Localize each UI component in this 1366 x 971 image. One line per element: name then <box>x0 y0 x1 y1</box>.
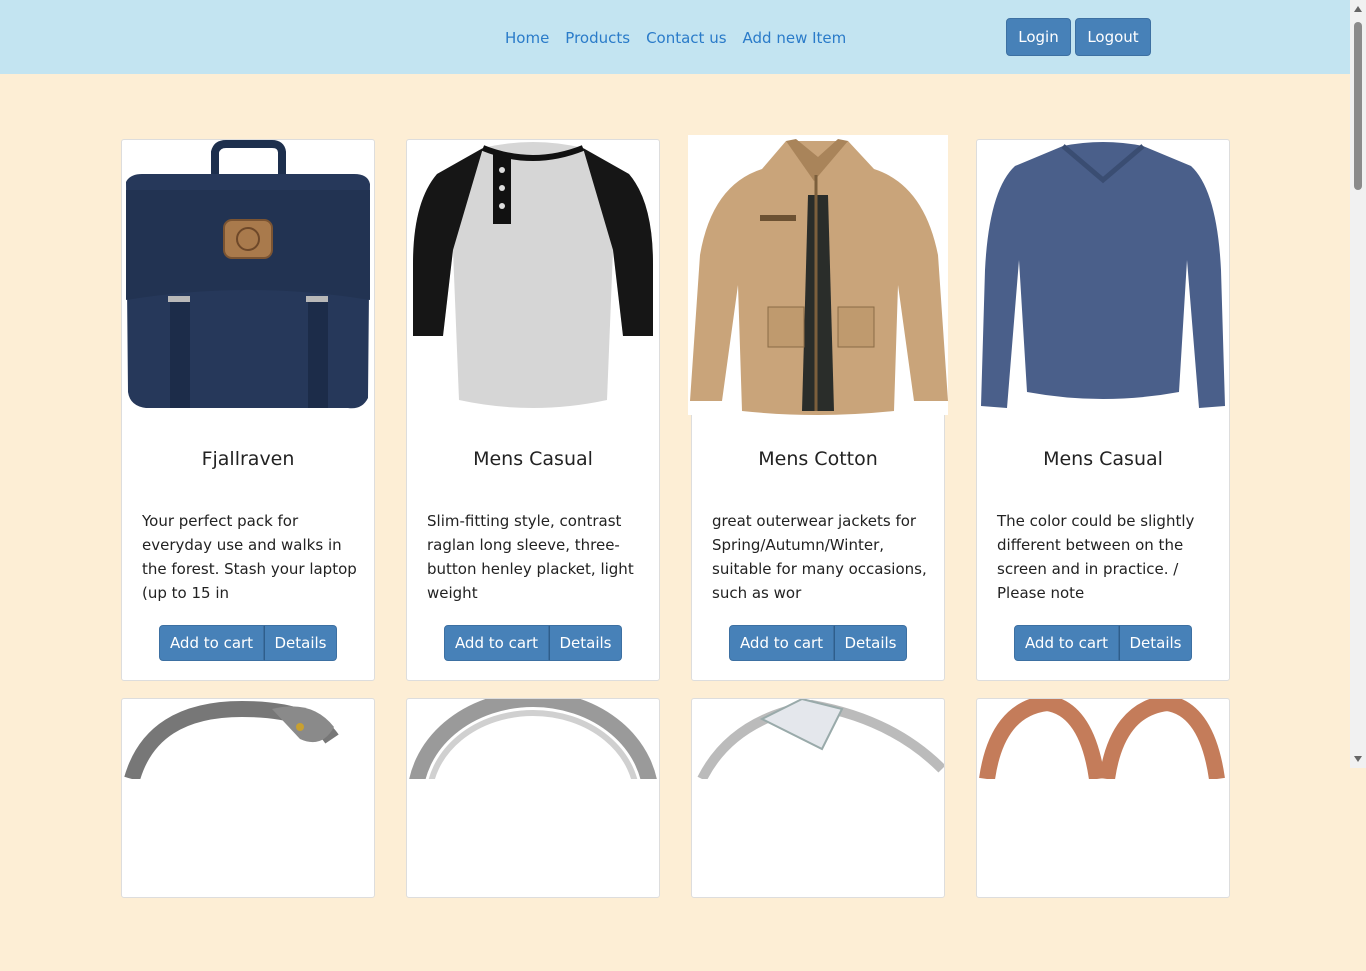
nav-links: Home Products Contact us Add new Item <box>505 28 846 48</box>
diamond-ring-image <box>697 699 944 782</box>
product-title: Mens Casual <box>1043 448 1163 470</box>
add-to-cart-button[interactable]: Add to cart <box>1014 625 1119 661</box>
product-description: Your perfect pack for everyday use and w… <box>142 512 357 602</box>
chain-bracelet-image <box>124 700 339 782</box>
product-image <box>407 699 659 971</box>
product-card <box>976 698 1230 898</box>
henley-shirt-image <box>413 142 653 408</box>
nav-add-item-link[interactable]: Add new Item <box>743 28 847 48</box>
product-card <box>121 698 375 898</box>
product-card <box>691 698 945 898</box>
scroll-up-icon[interactable] <box>1354 6 1362 12</box>
product-image <box>122 699 374 971</box>
login-button[interactable]: Login <box>1006 18 1071 56</box>
add-to-cart-button[interactable]: Add to cart <box>159 625 264 661</box>
product-description: Slim-fitting style, contrast raglan long… <box>427 512 634 602</box>
product-actions: Add to cart Details <box>977 625 1229 661</box>
add-to-cart-button[interactable]: Add to cart <box>729 625 834 661</box>
long-sleeve-shirt-image <box>981 142 1225 408</box>
nav-contact-link[interactable]: Contact us <box>646 28 726 48</box>
product-actions: Add to cart Details <box>692 625 944 661</box>
scroll-down-icon[interactable] <box>1354 756 1362 762</box>
product-card: Mens Casual Slim-fitting style, contrast… <box>406 139 660 681</box>
ring-image <box>407 699 659 907</box>
product-image <box>407 140 659 412</box>
vertical-scrollbar[interactable] <box>1350 0 1366 768</box>
product-image <box>122 140 374 412</box>
details-button[interactable]: Details <box>264 625 337 661</box>
product-card: Fjallraven Your perfect pack for everyda… <box>121 139 375 681</box>
details-button[interactable]: Details <box>549 625 622 661</box>
product-card <box>406 698 660 907</box>
nav-products-link[interactable]: Products <box>565 28 630 48</box>
product-image <box>688 135 948 415</box>
product-actions: Add to cart Details <box>407 625 659 661</box>
details-button[interactable]: Details <box>1119 625 1192 661</box>
product-title: Mens Casual <box>473 448 593 470</box>
product-title: Mens Cotton <box>758 448 878 470</box>
product-actions: Add to cart Details <box>122 625 374 661</box>
product-title: Fjallraven <box>201 448 295 470</box>
logout-button[interactable]: Logout <box>1075 18 1151 56</box>
details-button[interactable]: Details <box>834 625 907 661</box>
product-image <box>977 140 1229 412</box>
scroll-thumb[interactable] <box>1354 22 1362 190</box>
nav-actions: Login Logout <box>1006 18 1151 56</box>
product-card: Mens Cotton great outerwear jackets for … <box>688 135 948 681</box>
product-card: Mens Casual The color could be slightly … <box>976 139 1230 681</box>
product-image <box>977 699 1229 971</box>
jacket-image <box>688 135 948 415</box>
nav-home-link[interactable]: Home <box>505 28 549 48</box>
navbar: Home Products Contact us Add new Item Lo… <box>0 0 1350 74</box>
product-description: great outerwear jackets for Spring/Autum… <box>712 512 927 602</box>
earrings-image <box>979 699 1225 781</box>
product-image <box>692 699 944 971</box>
product-description: The color could be slightly different be… <box>997 512 1195 602</box>
add-to-cart-button[interactable]: Add to cart <box>444 625 549 661</box>
backpack-image <box>126 140 370 409</box>
